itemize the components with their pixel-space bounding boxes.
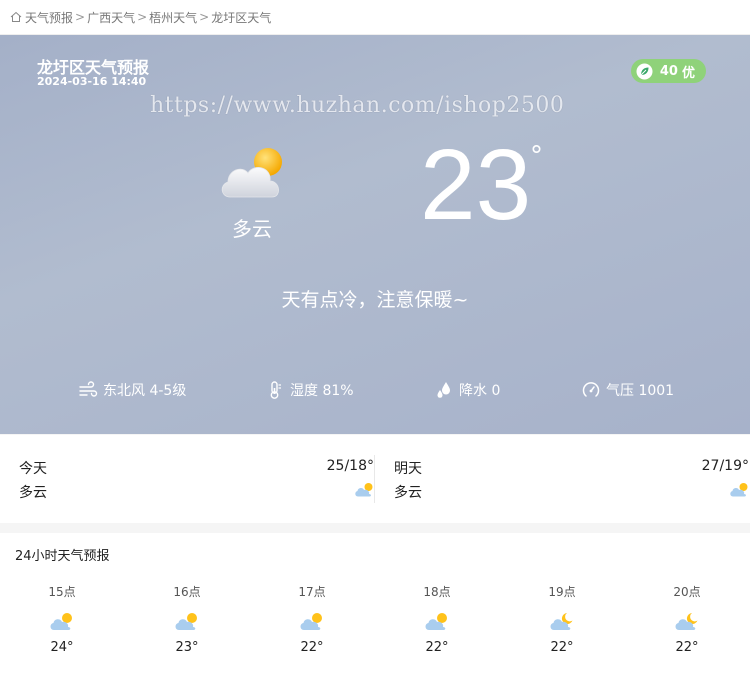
hour-label: 16点 bbox=[173, 585, 201, 599]
breadcrumb: 天气预报 > 广西天气 > 梧州天气 > 龙圩区天气 bbox=[0, 0, 750, 35]
hour-item[interactable]: 18点 22° bbox=[407, 583, 467, 655]
partly-cloudy-day-icon bbox=[730, 483, 748, 497]
day-label: 明天 bbox=[394, 461, 422, 477]
hour-label: 20点 bbox=[673, 585, 701, 599]
day-label: 今天 bbox=[19, 461, 47, 477]
precipitation-text: 降水 0 bbox=[459, 383, 501, 399]
wind-text: 东北风 4-5级 bbox=[103, 383, 187, 399]
degree-symbol: ° bbox=[530, 141, 543, 171]
breadcrumb-separator: > bbox=[75, 10, 86, 24]
humidity-stat: 湿度 81% bbox=[265, 380, 354, 400]
current-condition: 多云 bbox=[232, 217, 272, 241]
thermometer-icon bbox=[270, 381, 281, 399]
day-condition: 多云 bbox=[394, 485, 422, 501]
day-condition: 多云 bbox=[19, 485, 47, 501]
partly-cloudy-day-icon bbox=[300, 613, 322, 630]
hour-temp: 22° bbox=[675, 640, 699, 655]
hour-temp: 22° bbox=[300, 640, 324, 655]
hour-label: 17点 bbox=[298, 585, 326, 599]
raindrops-icon bbox=[437, 382, 450, 398]
day-card-today[interactable]: 今天 25/18° 多云 bbox=[19, 435, 374, 523]
partly-cloudy-night-icon bbox=[550, 613, 573, 630]
hourly-forecast: 24小时天气预报 15点 24° 16点 23° 17点 22° 18点 22° bbox=[0, 533, 750, 680]
pressure-stat: 气压 1001 bbox=[581, 380, 674, 400]
hour-item[interactable]: 20点 22° bbox=[657, 583, 717, 655]
breadcrumb-separator: > bbox=[199, 10, 210, 24]
hour-item[interactable]: 15点 24° bbox=[32, 583, 92, 655]
daily-summary: 今天 25/18° 多云 明天 27/19° 多云 bbox=[0, 435, 750, 523]
hour-temp: 23° bbox=[175, 640, 199, 655]
day-card-tomorrow[interactable]: 明天 27/19° 多云 bbox=[394, 435, 749, 523]
gauge-icon bbox=[582, 382, 600, 397]
weather-tip: 天有点冷，注意保暖~ bbox=[281, 289, 469, 311]
partly-cloudy-day-icon bbox=[50, 613, 72, 630]
breadcrumb-separator: > bbox=[137, 10, 148, 24]
aqi-value: 40 bbox=[659, 63, 678, 79]
hour-temp: 22° bbox=[550, 640, 574, 655]
day-temp-range: 27/19° bbox=[701, 458, 749, 474]
wind-stat: 东北风 4-5级 bbox=[78, 380, 186, 400]
aqi-badge[interactable]: 40 优 bbox=[630, 59, 706, 83]
breadcrumb-link-district[interactable]: 龙圩区天气 bbox=[211, 9, 271, 26]
precipitation-stat: 降水 0 bbox=[434, 380, 500, 400]
hour-label: 18点 bbox=[423, 585, 451, 599]
aqi-level: 优 bbox=[681, 65, 695, 81]
current-temperature: 23 bbox=[420, 129, 532, 241]
home-icon[interactable] bbox=[10, 11, 22, 23]
partly-cloudy-day-icon bbox=[175, 613, 197, 630]
pressure-text: 气压 1001 bbox=[606, 383, 675, 399]
current-weather-panel: 龙圩区天气预报 2024-03-16 14:40 40 优 https://ww… bbox=[0, 35, 750, 434]
day-temp-range: 25/18° bbox=[326, 458, 374, 474]
partly-cloudy-night-icon bbox=[675, 613, 698, 630]
humidity-text: 湿度 81% bbox=[290, 383, 354, 399]
hourly-title: 24小时天气预报 bbox=[15, 549, 110, 564]
hour-item[interactable]: 17点 22° bbox=[282, 583, 342, 655]
hour-item[interactable]: 19点 22° bbox=[532, 583, 592, 655]
partly-cloudy-day-icon bbox=[355, 483, 373, 497]
partly-cloudy-large-icon bbox=[221, 148, 282, 198]
hour-label: 19点 bbox=[548, 585, 576, 599]
update-time: 2024-03-16 14:40 bbox=[37, 75, 147, 88]
breadcrumb-link-province[interactable]: 广西天气 bbox=[87, 9, 135, 26]
hour-label: 15点 bbox=[48, 585, 76, 599]
divider bbox=[374, 455, 375, 503]
breadcrumb-link-forecast[interactable]: 天气预报 bbox=[25, 9, 73, 26]
hour-temp: 22° bbox=[425, 640, 449, 655]
hour-item[interactable]: 16点 23° bbox=[157, 583, 217, 655]
breadcrumb-link-city[interactable]: 梧州天气 bbox=[149, 9, 197, 26]
partly-cloudy-day-icon bbox=[425, 613, 447, 630]
watermark-text: https://www.huzhan.com/ishop2500 bbox=[150, 93, 565, 118]
wind-icon bbox=[79, 381, 98, 397]
hour-temp: 24° bbox=[50, 640, 74, 655]
leaf-icon bbox=[636, 63, 653, 79]
